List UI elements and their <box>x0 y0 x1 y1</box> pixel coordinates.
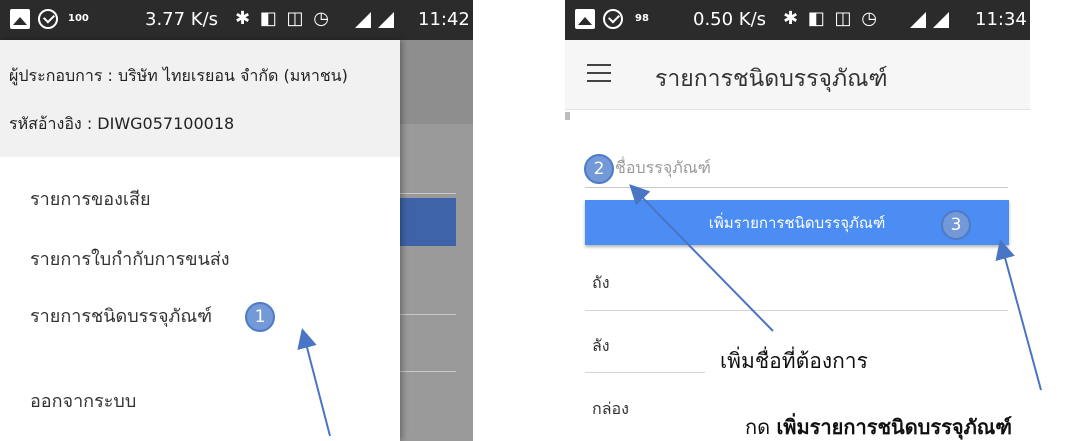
app-toolbar-dimmed <box>400 40 473 124</box>
gallery-icon <box>575 9 595 29</box>
list-item-label: ถัง <box>592 273 610 292</box>
menu-item-label: รายการของเสีย <box>30 189 151 210</box>
page-title: รายการชนิดบรรจุภัณฑ์ <box>655 66 888 92</box>
left-phone-screen: 100 3.77 K/s ✱ ◧ ◫ ◷ 11:42 ผู้ประกอบการ … <box>0 0 473 441</box>
divider <box>400 193 456 194</box>
menu-item-logout[interactable]: ออกจากระบบ <box>0 370 400 428</box>
system-icons: ✱ ◧ ◫ ◷ <box>783 8 879 29</box>
network-speed: 3.77 K/s <box>145 9 219 30</box>
divider <box>585 310 1008 311</box>
menu-item-package-types[interactable]: รายการชนิดบรรจุภัณฑ์ <box>0 285 400 343</box>
app-toolbar: รายการชนิดบรรจุภัณฑ์ <box>565 40 1030 110</box>
signal-icon <box>355 12 371 28</box>
check-circle-icon <box>603 9 623 29</box>
signal-icon-2 <box>378 12 394 28</box>
step-badge-1: 1 <box>245 302 275 332</box>
signal-icon <box>910 12 926 28</box>
divider <box>585 372 705 373</box>
hamburger-icon[interactable] <box>587 64 611 82</box>
menu-item-transport-docs[interactable]: รายการใบกำกับการขนส่ง <box>0 228 400 286</box>
list-item-label: กล่อง <box>592 399 629 418</box>
step-badge-3: 3 <box>941 210 971 240</box>
status-bar: 98 0.50 K/s ✱ ◧ ◫ ◷ 11:34 <box>565 0 1030 40</box>
system-icons: ✱ ◧ ◫ ◷ <box>235 8 331 29</box>
menu-item-label: รายการชนิดบรรจุภัณฑ์ <box>30 306 213 327</box>
divider <box>400 371 456 372</box>
navigation-drawer: ผู้ประกอบการ : บริษัท ไทยเรยอน จำกัด (มห… <box>0 40 400 441</box>
menu-item-label: ออกจากระบบ <box>30 391 137 412</box>
note-press-bold: เพิ่มรายการชนิดบรรจุภัณฑ์ <box>776 415 1012 439</box>
step-badge-2: 2 <box>584 154 614 184</box>
menu-item-waste[interactable]: รายการของเสีย <box>0 168 400 226</box>
check-circle-icon <box>38 9 58 29</box>
clock-time: 11:34 <box>975 9 1027 30</box>
status-bar: 100 3.77 K/s ✱ ◧ ◫ ◷ 11:42 <box>0 0 473 40</box>
signal-icon-2 <box>933 12 949 28</box>
list-item-label: ลัง <box>592 336 610 355</box>
app-button-dimmed <box>400 198 456 246</box>
note-press-prefix: กด <box>745 415 771 439</box>
divider <box>400 314 456 315</box>
menu-item-label: รายการใบกำกับการขนส่ง <box>30 249 230 270</box>
network-speed: 0.50 K/s <box>693 9 767 30</box>
clock-time: 11:42 <box>418 9 470 30</box>
list-item[interactable]: ถัง <box>585 255 1008 311</box>
operator-name: ผู้ประกอบการ : บริษัท ไทยเรยอน จำกัด (มห… <box>9 66 348 85</box>
package-name-input[interactable] <box>585 148 1008 188</box>
note-press-button: กด เพิ่มรายการชนิดบรรจุภัณฑ์ <box>745 411 1012 441</box>
drawer-header: ผู้ประกอบการ : บริษัท ไทยเรยอน จำกัด (มห… <box>0 40 400 157</box>
reference-code: รหัสอ้างอิง : DIWG057100018 <box>9 114 235 133</box>
battery-percent: 98 <box>635 13 649 24</box>
scroll-indicator <box>565 112 570 120</box>
note-add-name: เพิ่มชื่อที่ต้องการ <box>720 349 868 373</box>
gallery-icon <box>10 9 30 29</box>
battery-percent: 100 <box>68 13 89 24</box>
